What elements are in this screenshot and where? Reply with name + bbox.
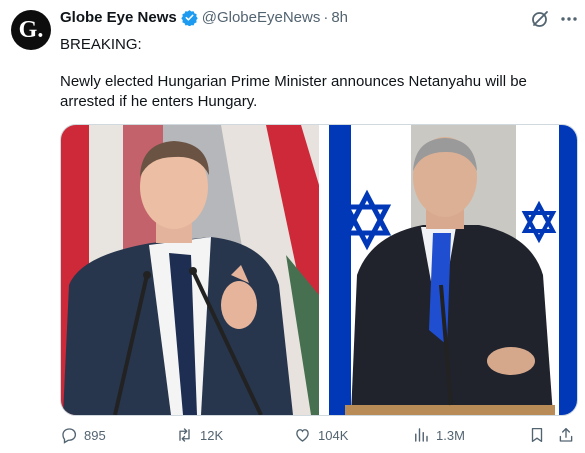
views-icon [415, 428, 428, 442]
views-button[interactable]: 1.3M [412, 426, 465, 444]
reply-count: 895 [84, 427, 106, 443]
repost-button[interactable]: 12K [175, 426, 223, 444]
repost-icon [179, 428, 190, 442]
tweet-text-body: Newly elected Hungarian Prime Minister a… [60, 73, 527, 110]
share-button[interactable] [557, 426, 575, 444]
media-image-right[interactable] [321, 125, 577, 415]
author-name[interactable]: Globe Eye News [60, 9, 177, 26]
tweet-actions: 895 12K 104K 1.3M [60, 426, 576, 450]
separator-dot: · [323, 9, 329, 26]
avatar[interactable]: G. [11, 10, 51, 50]
avatar-letter: G. [18, 16, 44, 43]
like-button[interactable]: 104K [293, 426, 348, 444]
verified-badge-icon [181, 9, 198, 26]
media-image-left[interactable] [61, 125, 319, 415]
more-icon[interactable] [559, 9, 579, 34]
like-count: 104K [318, 427, 349, 443]
tweet-text-line1: BREAKING: [60, 36, 142, 53]
reply-icon [62, 428, 77, 444]
grok-icon[interactable] [530, 9, 550, 34]
like-icon [296, 429, 309, 442]
bookmark-button[interactable] [528, 426, 546, 444]
tweet-header: Globe Eye News @GlobeEyeNews · 8h [60, 9, 348, 26]
author-handle[interactable]: @GlobeEyeNews [202, 9, 321, 26]
bookmark-icon [531, 427, 543, 443]
reply-button[interactable]: 895 [60, 426, 106, 444]
views-count: 1.3M [436, 427, 465, 443]
timestamp[interactable]: 8h [331, 9, 348, 26]
share-icon [559, 427, 573, 442]
tweet-media[interactable] [60, 124, 578, 416]
repost-count: 12K [200, 427, 224, 443]
